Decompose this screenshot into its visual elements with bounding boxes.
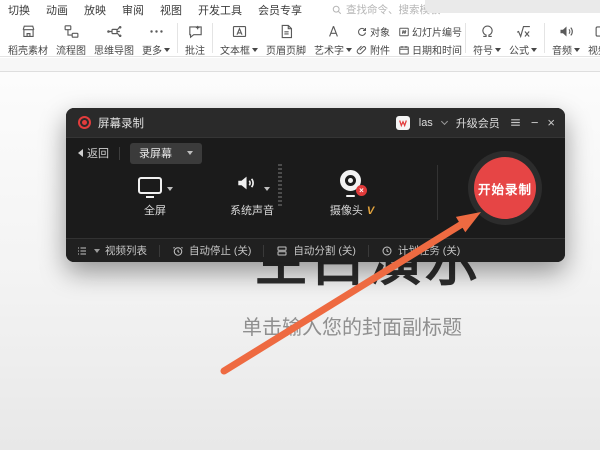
page-icon xyxy=(278,23,295,40)
menu-tab-slideshow[interactable]: 放映 xyxy=(84,2,106,18)
toolbar-button-comment[interactable]: 批注 xyxy=(181,21,209,57)
chevron-down-icon[interactable] xyxy=(441,117,448,124)
alarm-clock-icon xyxy=(172,245,184,257)
toolbar-button-symbol[interactable]: 符号 xyxy=(469,21,505,57)
slide-subtitle-placeholder[interactable]: 单击输入您的封面副标题 xyxy=(242,311,462,340)
list-icon xyxy=(76,245,88,257)
vip-badge: V xyxy=(367,205,374,217)
camera-option[interactable]: × 摄像头V xyxy=(320,164,384,218)
toolbar-separator xyxy=(544,23,545,53)
toolbar-separator xyxy=(465,23,466,53)
system-sound-option[interactable]: 系统声音 xyxy=(220,166,284,218)
auto-stop-button[interactable]: 自动停止 (关) xyxy=(172,243,251,258)
caret-down-icon xyxy=(346,48,352,52)
textbox-icon xyxy=(231,23,248,40)
footer-separator xyxy=(368,245,369,257)
caret-down-icon[interactable] xyxy=(167,187,173,191)
record-logo-icon xyxy=(78,116,91,129)
flowchart-icon xyxy=(63,23,80,40)
toolbar-button-slide-number[interactable]: 幻灯片编号 xyxy=(398,24,462,39)
record-mode-dropdown[interactable]: 录屏幕 xyxy=(130,143,202,164)
footer-separator xyxy=(263,245,264,257)
toolbar-button-attachment[interactable]: 附件 xyxy=(356,42,390,57)
caret-down-icon xyxy=(252,48,258,52)
video-icon xyxy=(594,23,600,40)
options-divider xyxy=(437,165,438,220)
account-name[interactable]: las xyxy=(419,117,433,129)
caret-down-icon xyxy=(164,48,170,52)
toolbar-button-textbox[interactable]: 文本框 xyxy=(216,21,262,57)
speaker-icon xyxy=(558,23,575,40)
dialog-title: 屏幕录制 xyxy=(98,115,144,131)
menu-tab-review[interactable]: 审阅 xyxy=(122,2,144,18)
minimize-button[interactable]: − xyxy=(531,116,539,129)
volume-slider[interactable] xyxy=(278,164,282,208)
omega-icon xyxy=(479,23,496,40)
formula-icon xyxy=(515,23,532,40)
speaker-icon xyxy=(235,172,259,194)
clock-icon xyxy=(381,245,393,257)
toolbar-stacked-group: 对象 幻灯片编号 附件 日期和时间 xyxy=(356,21,462,57)
back-button[interactable]: 返回 xyxy=(78,145,109,161)
caret-down-icon[interactable] xyxy=(264,187,270,191)
toolbar-button-datetime[interactable]: 日期和时间 xyxy=(398,42,462,57)
upgrade-member-button[interactable]: 升级会员 xyxy=(456,115,500,131)
monitor-icon xyxy=(138,177,162,194)
toolbar-button-video[interactable]: 视频 xyxy=(584,21,600,57)
search-icon xyxy=(332,5,342,15)
menu-tab-animation[interactable]: 动画 xyxy=(46,2,68,18)
slide-number-icon xyxy=(398,26,410,38)
caret-down-icon xyxy=(574,48,580,52)
dialog-footer: 视频列表 自动停止 (关) 自动分割 (关) 计划任务 (关) xyxy=(66,238,565,262)
fullscreen-option[interactable]: 全屏 xyxy=(123,166,187,218)
toolbar-separator xyxy=(177,23,178,53)
screen-record-dialog: 屏幕录制 las 升级会员 − × 返回 录屏幕 全屏 xyxy=(66,108,565,262)
menu-icon[interactable] xyxy=(509,116,522,129)
menu-tab-transition[interactable]: 切换 xyxy=(8,2,30,18)
ribbon-lower-band xyxy=(0,58,600,72)
ellipsis-icon xyxy=(148,23,165,40)
toolbar-button-header-footer[interactable]: 页眉页脚 xyxy=(262,21,310,57)
dialog-titlebar[interactable]: 屏幕录制 las 升级会员 − × xyxy=(66,108,565,138)
ribbon-toolbar: 稻壳素材 流程图 思维导图 更多 批注 文本框 页眉页脚 艺术字 对象 xyxy=(0,20,600,57)
shop-icon xyxy=(20,23,37,40)
camera-off-badge: × xyxy=(356,185,367,196)
toolbar-button-material[interactable]: 稻壳素材 xyxy=(4,21,52,57)
wordart-icon xyxy=(325,23,342,40)
split-icon xyxy=(276,245,288,257)
toolbar-button-mindmap[interactable]: 思维导图 xyxy=(90,21,138,57)
calendar-icon xyxy=(398,44,410,56)
wps-account-icon[interactable] xyxy=(396,116,410,130)
toolbar-button-object[interactable]: 对象 xyxy=(356,24,390,39)
mindmap-icon xyxy=(106,23,123,40)
menu-tab-member[interactable]: 会员专享 xyxy=(258,2,302,18)
dialog-nav-row: 返回 录屏幕 xyxy=(78,142,202,164)
caret-down-icon xyxy=(187,151,193,155)
close-button[interactable]: × xyxy=(547,116,555,129)
caret-down-icon xyxy=(94,249,100,253)
toolbar-button-formula[interactable]: 公式 xyxy=(505,21,541,57)
comment-icon xyxy=(187,23,204,40)
menu-tab-view[interactable]: 视图 xyxy=(160,2,182,18)
paperclip-icon xyxy=(356,44,368,56)
floating-panel xyxy=(425,0,600,13)
object-icon xyxy=(356,26,368,38)
footer-separator xyxy=(159,245,160,257)
toolbar-button-more[interactable]: 更多 xyxy=(138,21,174,57)
scheduled-task-button[interactable]: 计划任务 (关) xyxy=(381,243,460,258)
caret-down-icon xyxy=(531,48,537,52)
toolbar-button-wordart[interactable]: 艺术字 xyxy=(310,21,356,57)
toolbar-button-flowchart[interactable]: 流程图 xyxy=(52,21,90,57)
menu-tab-devtools[interactable]: 开发工具 xyxy=(198,2,242,18)
video-list-button[interactable]: 视频列表 xyxy=(76,243,147,258)
start-record-button[interactable]: 开始录制 xyxy=(474,157,536,219)
caret-down-icon xyxy=(495,48,501,52)
toolbar-button-audio[interactable]: 音频 xyxy=(548,21,584,57)
toolbar-separator xyxy=(212,23,213,53)
arrow-left-icon xyxy=(78,149,83,157)
webcam-icon: × xyxy=(340,170,364,194)
nav-separator xyxy=(119,147,120,160)
auto-split-button[interactable]: 自动分割 (关) xyxy=(276,243,355,258)
